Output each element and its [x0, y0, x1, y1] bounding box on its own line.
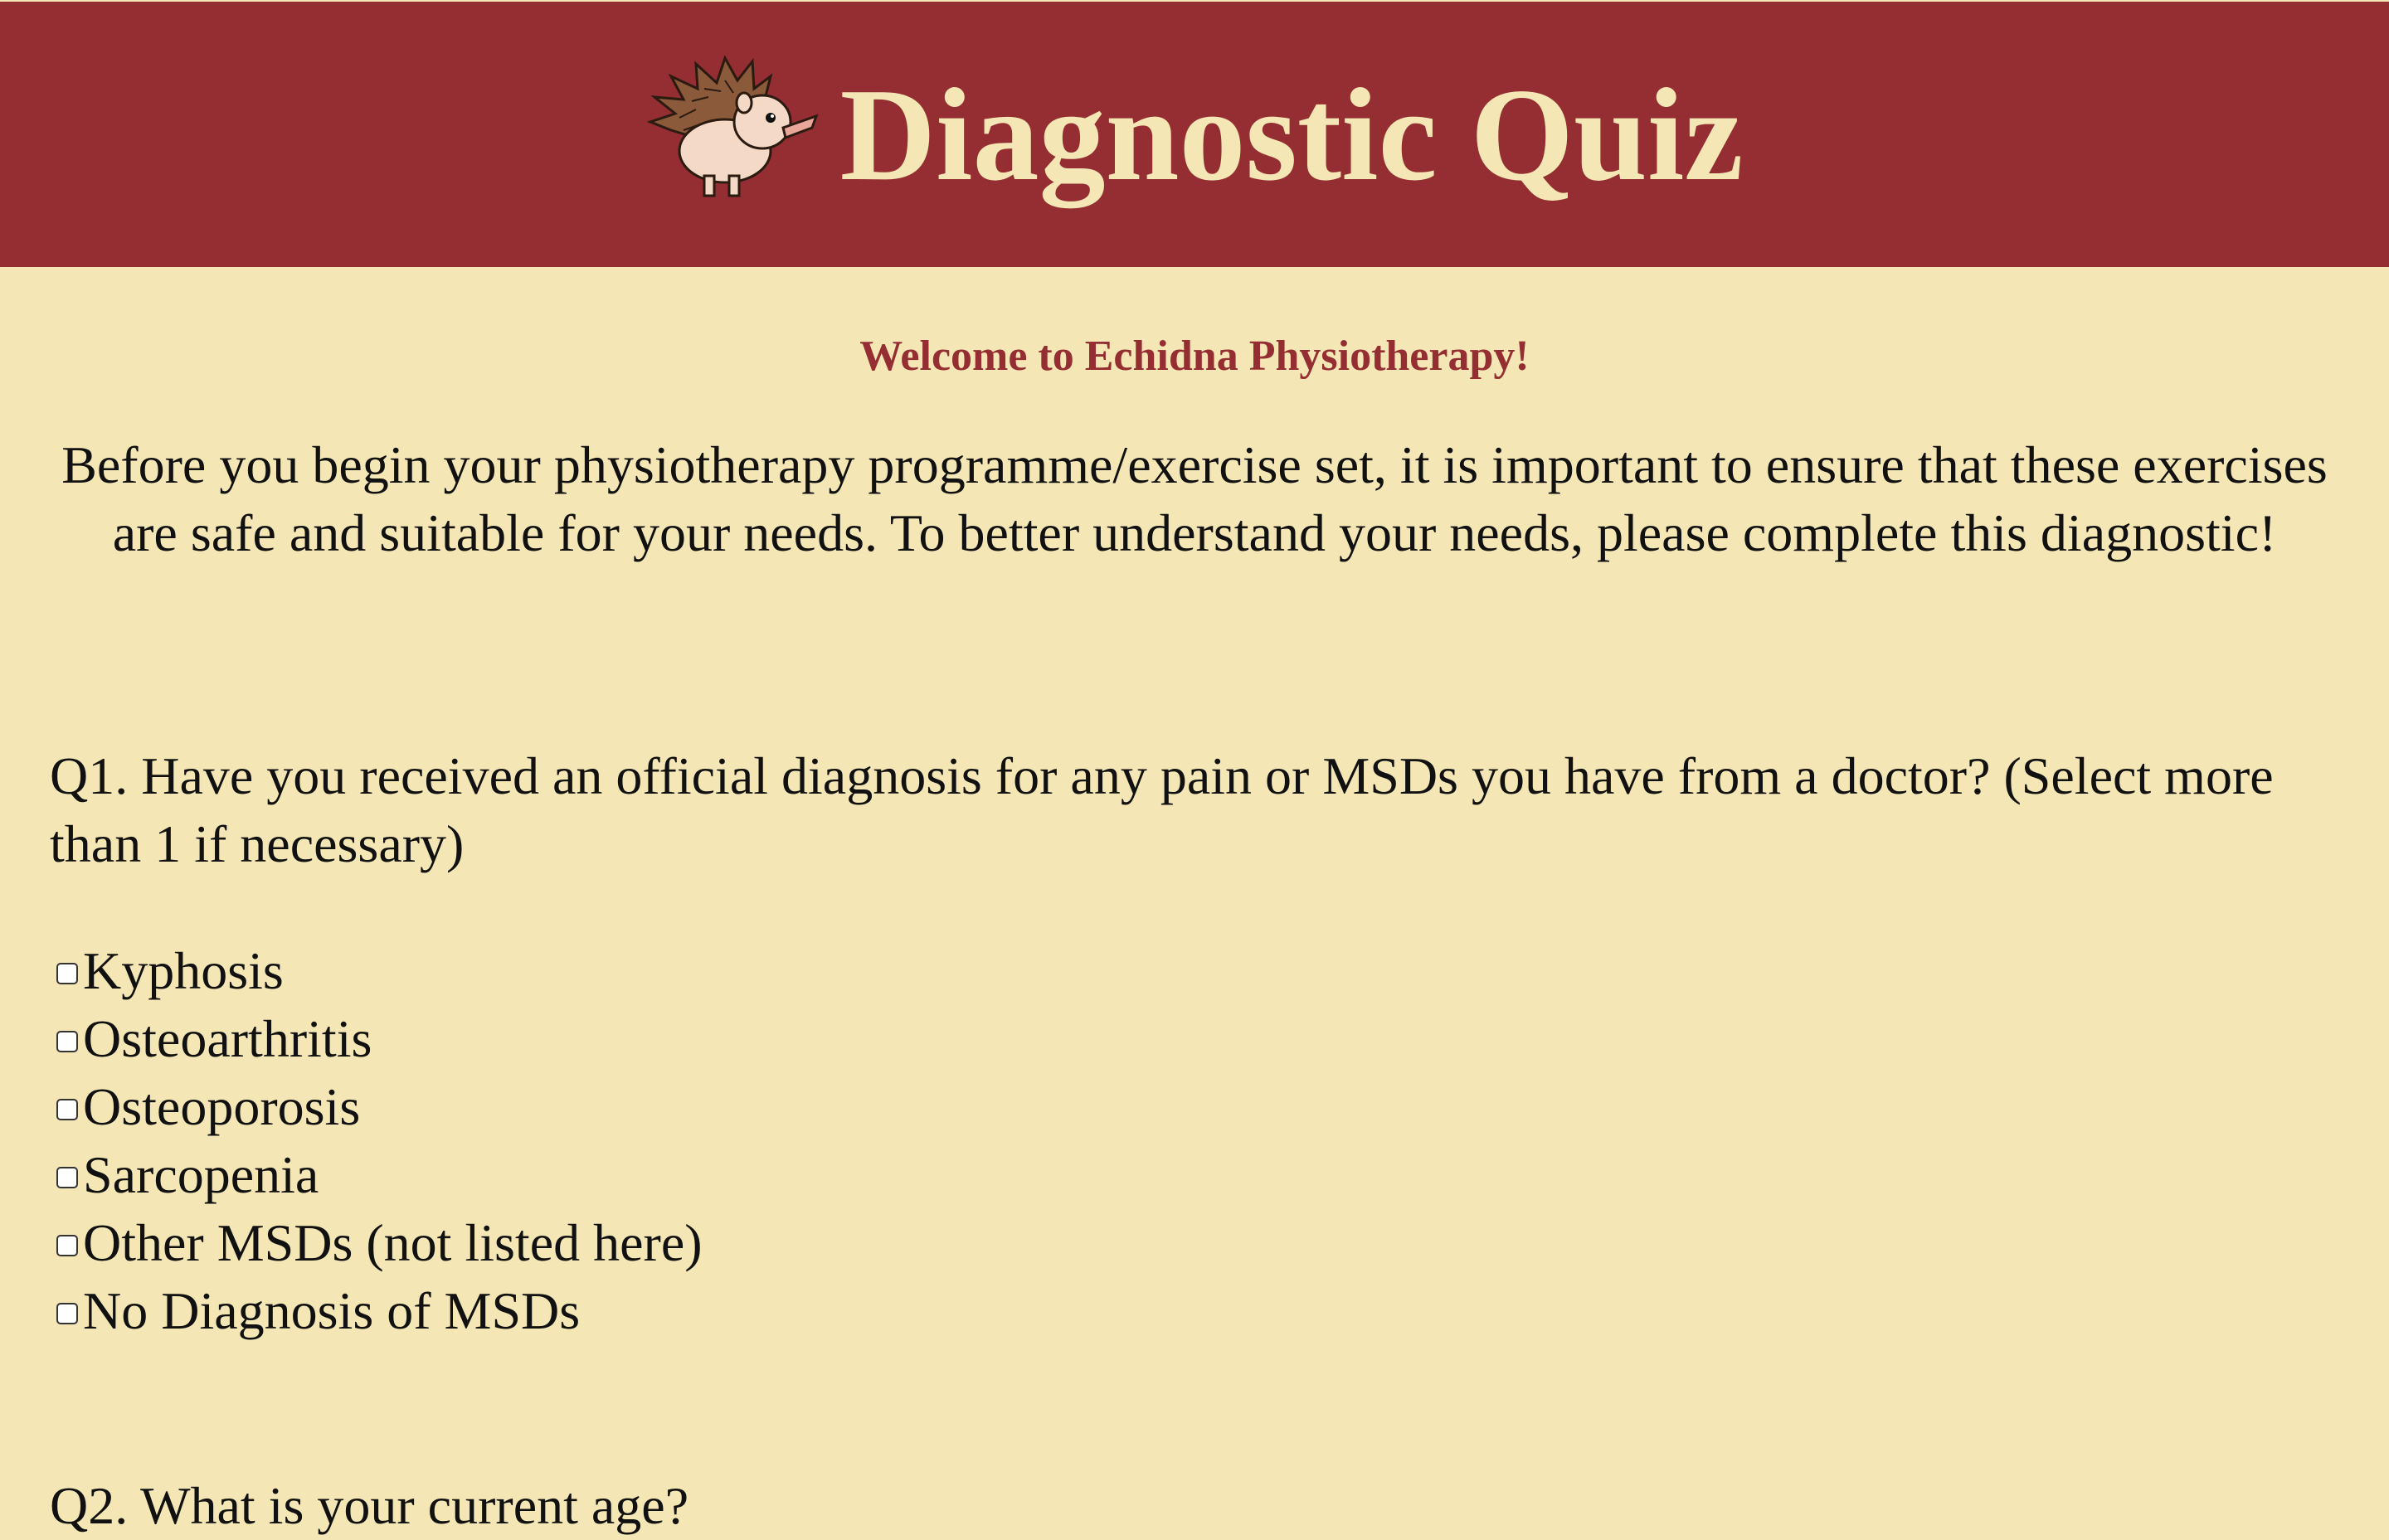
page-header: Diagnostic Quiz [0, 2, 2389, 267]
option-label: Other MSDs (not listed here) [83, 1213, 703, 1272]
option-osteoarthritis[interactable]: Osteoarthritis [50, 1005, 1709, 1073]
question-1: Q1. Have you received an official diagno… [50, 746, 2274, 873]
option-no-diagnosis[interactable]: No Diagnosis of MSDs [50, 1277, 1709, 1345]
checkbox[interactable] [56, 1031, 78, 1052]
option-kyphosis[interactable]: Kyphosis [50, 937, 1709, 1005]
option-label: Osteoarthritis [83, 1009, 372, 1068]
welcome-message: Welcome to Echidna Physiotherapy! [859, 333, 1530, 380]
intro-text: Before you begin your physiotherapy prog… [61, 435, 2328, 562]
option-sarcopenia[interactable]: Sarcopenia [50, 1141, 1709, 1209]
header-content: Diagnostic Quiz [0, 2, 2389, 267]
checkbox[interactable] [56, 1167, 78, 1188]
checkbox[interactable] [56, 963, 78, 984]
option-label: Osteoporosis [83, 1077, 361, 1136]
checkbox[interactable] [56, 1303, 78, 1324]
page-title: Diagnostic Quiz [839, 61, 1744, 208]
checkbox[interactable] [56, 1099, 78, 1120]
question-2: Q2. What is your current age? [50, 1476, 689, 1535]
option-other-msds[interactable]: Other MSDs (not listed here) [50, 1209, 1709, 1277]
option-label: No Diagnosis of MSDs [83, 1281, 581, 1340]
option-osteoporosis[interactable]: Osteoporosis [50, 1073, 1709, 1141]
option-label: Sarcopenia [83, 1145, 319, 1204]
option-label: Kyphosis [83, 941, 284, 1000]
question-1-options: Kyphosis Osteoarthritis Osteoporosis Sar… [50, 937, 1709, 1345]
checkbox[interactable] [56, 1235, 78, 1256]
echidna-icon [646, 55, 819, 197]
